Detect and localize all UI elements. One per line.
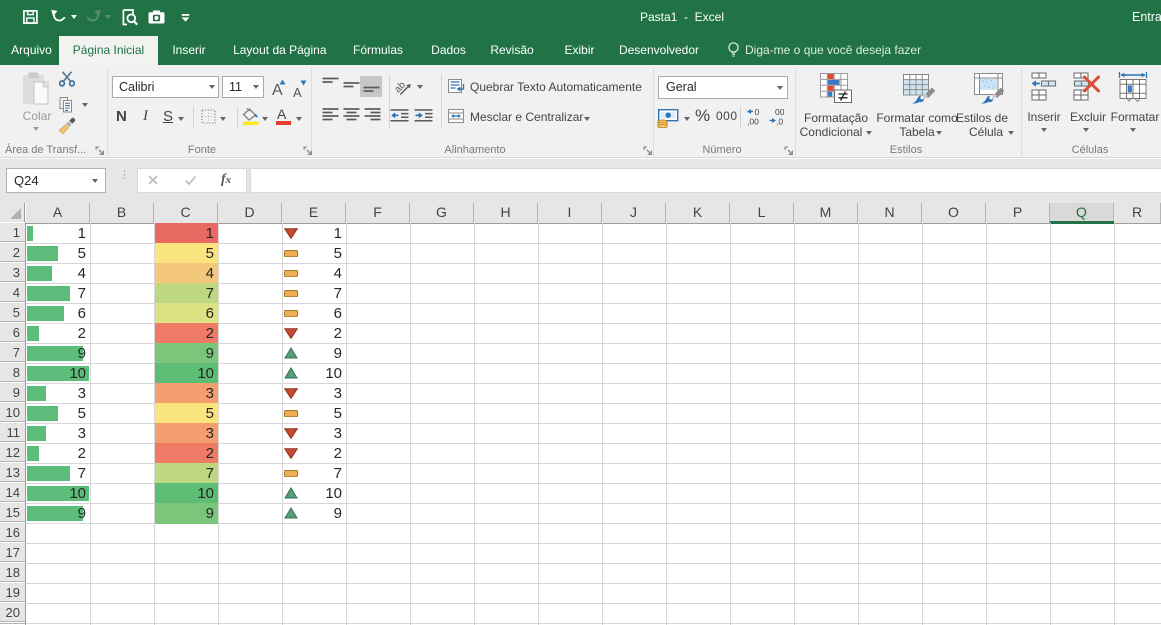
svg-text:,0: ,0 — [776, 117, 783, 127]
svg-text:ab: ab — [392, 79, 408, 95]
svg-text:00: 00 — [775, 107, 785, 117]
svg-text:,00: ,00 — [747, 117, 759, 127]
svg-text:0: 0 — [755, 107, 760, 117]
